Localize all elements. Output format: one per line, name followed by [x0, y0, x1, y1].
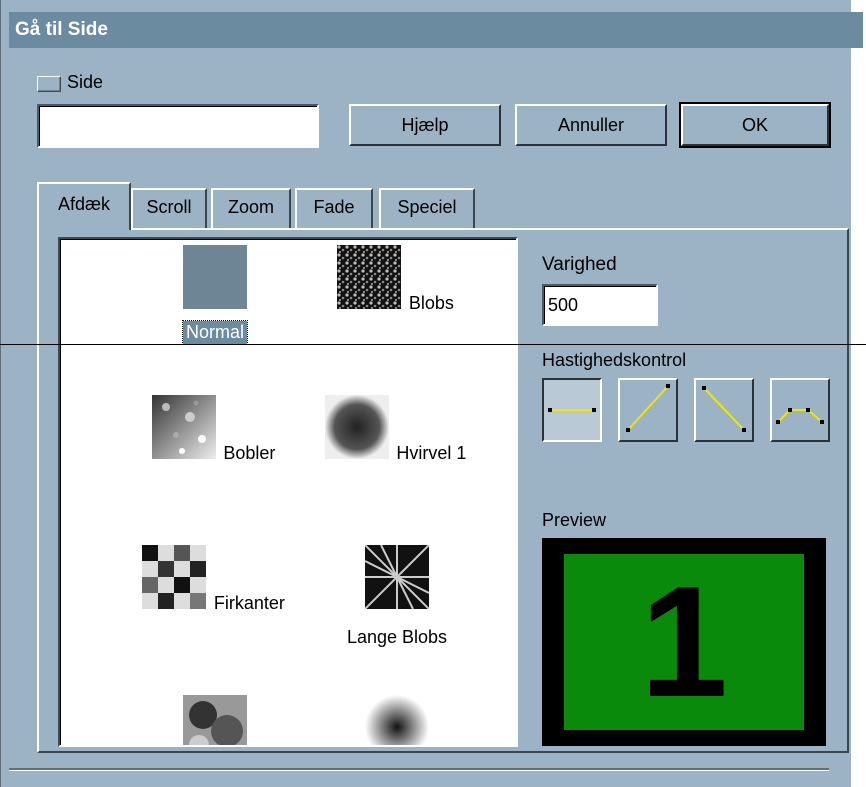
- list-item-hvirvel-1[interactable]: Hvirvel 1: [322, 395, 472, 465]
- tab-zoom[interactable]: Zoom: [211, 188, 291, 228]
- ok-button-label: OK: [741, 115, 768, 135]
- tab-speciel[interactable]: Speciel: [379, 188, 475, 228]
- cancel-button[interactable]: Annuller: [515, 104, 667, 146]
- list-item-radial[interactable]: [322, 695, 472, 745]
- page-number-input[interactable]: [37, 104, 319, 148]
- decelerate-button[interactable]: [694, 378, 754, 442]
- squares-icon: [142, 545, 207, 609]
- cloud-icon: [183, 695, 247, 745]
- preview-frame: 1: [542, 538, 826, 746]
- duration-label: Varighed: [542, 254, 617, 275]
- list-item-firkanter[interactable]: Firkanter: [140, 545, 290, 615]
- tab-fade[interactable]: Fade: [295, 188, 373, 228]
- preview-label: Preview: [542, 510, 607, 530]
- effect-label: Hvirvel 1: [396, 443, 467, 463]
- ease-in-out-icon: [776, 408, 824, 424]
- tab-label: Fade: [313, 197, 355, 217]
- duration-input[interactable]: [542, 284, 658, 326]
- long-blobs-icon: [364, 544, 430, 610]
- constant-speed-button[interactable]: [542, 378, 602, 442]
- list-item-normal[interactable]: Normal: [140, 245, 290, 345]
- list-item-bobler[interactable]: Bobler: [140, 395, 290, 465]
- help-button[interactable]: Hjælp: [349, 104, 501, 146]
- accelerate-button[interactable]: [618, 378, 678, 442]
- list-item-lange-blobs[interactable]: Lange Blobs: [322, 544, 472, 649]
- tab-label: Scroll: [146, 197, 192, 217]
- blobs-icon: [337, 245, 402, 309]
- swirl-icon: [324, 395, 389, 459]
- effect-label: Bobler: [223, 443, 276, 463]
- window-title: Gå til Side: [15, 19, 108, 40]
- tab-afdaek[interactable]: Afdæk: [37, 182, 131, 230]
- go-to-page-dialog: Gå til Side Side Hjælp Annuller OK Afdæk…: [0, 0, 863, 787]
- side-checkbox[interactable]: [37, 76, 61, 92]
- flat-swatch-icon: [183, 245, 247, 309]
- tab-label: Afdæk: [57, 194, 111, 214]
- tab-label: Speciel: [397, 197, 457, 217]
- speed-control-label: Hastighedskontrol: [542, 350, 687, 370]
- cancel-button-label: Annuller: [557, 115, 625, 135]
- decelerate-icon: [702, 386, 746, 432]
- tab-label: Zoom: [227, 197, 274, 217]
- accelerate-icon: [626, 384, 670, 432]
- radial-fade-icon: [365, 695, 429, 745]
- preview-number: 1: [640, 554, 728, 730]
- overlay-line: [0, 344, 866, 345]
- bottom-divider: [9, 768, 829, 771]
- preview-screen: 1: [564, 554, 804, 730]
- effect-label: Lange Blobs: [346, 627, 448, 647]
- side-checkbox-label: Side: [67, 72, 104, 92]
- constant-speed-icon: [548, 408, 596, 412]
- list-item-cloud[interactable]: [140, 695, 290, 745]
- list-item-blobs[interactable]: Blobs: [322, 245, 472, 315]
- effect-label: Blobs: [408, 293, 454, 313]
- title-bar: Gå til Side: [9, 12, 863, 48]
- effects-list[interactable]: Normal Blobs Bobler Hvirvel 1 Firkanter …: [58, 237, 518, 747]
- ease-in-out-button[interactable]: [770, 378, 830, 442]
- help-button-label: Hjælp: [401, 115, 449, 135]
- effect-label: Normal: [181, 320, 249, 345]
- tab-scroll[interactable]: Scroll: [131, 188, 207, 228]
- ok-button[interactable]: OK: [679, 102, 831, 148]
- bubbles-icon: [151, 395, 216, 459]
- effect-label: Firkanter: [213, 593, 285, 613]
